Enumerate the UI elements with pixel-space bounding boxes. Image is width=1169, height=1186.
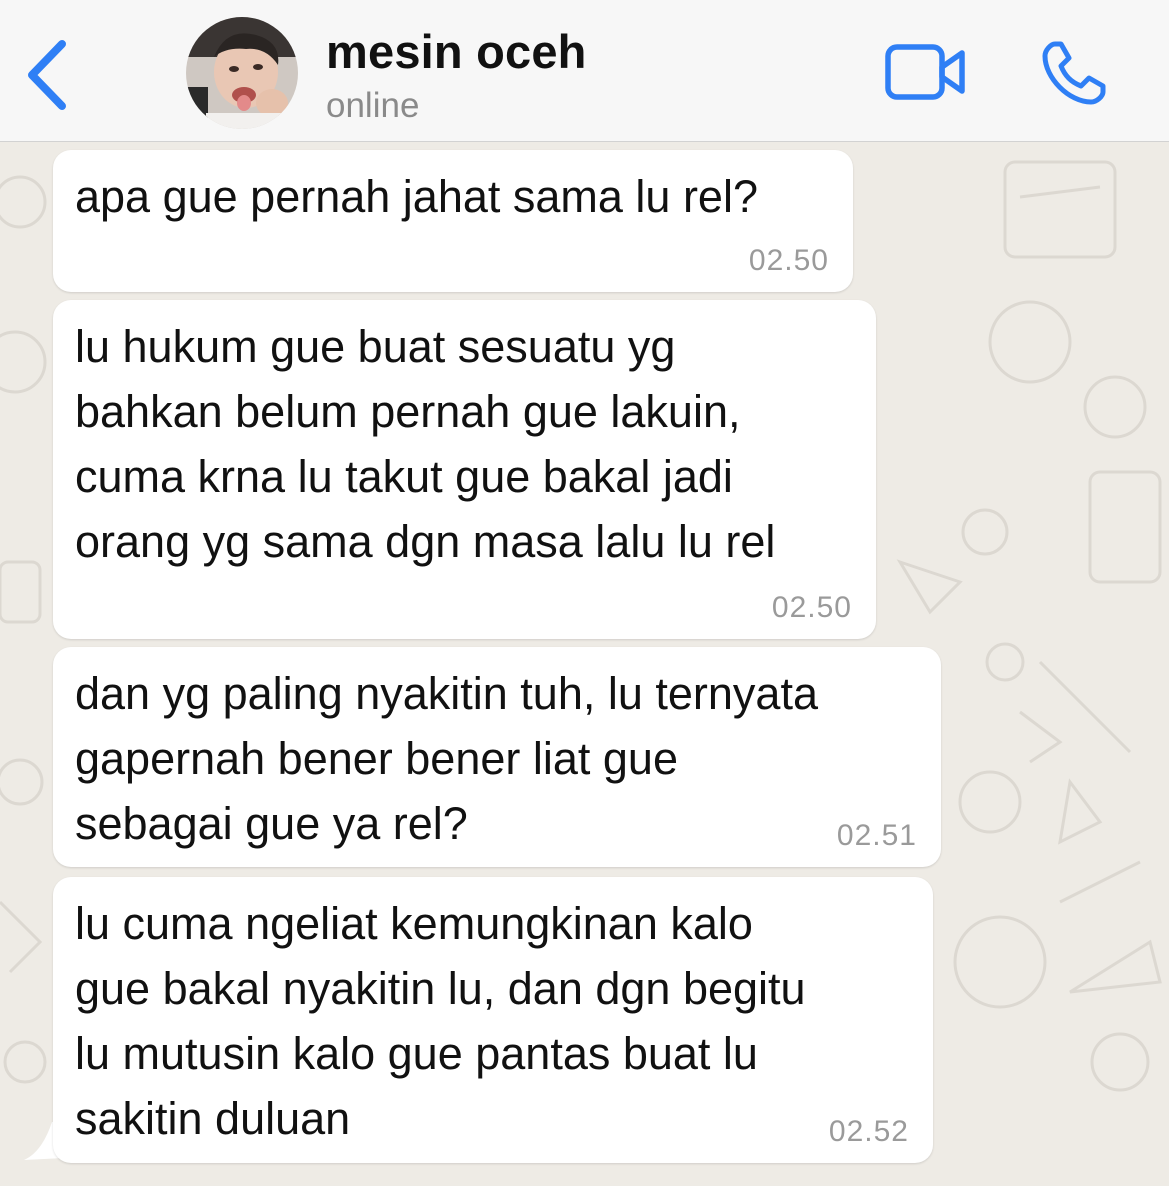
message-time: 02.51 <box>836 819 917 852</box>
back-button[interactable] <box>22 38 72 112</box>
avatar[interactable] <box>186 17 298 129</box>
message-text: lu cuma ngeliat kemungkinan kalo gue bak… <box>75 898 806 1144</box>
message-time: 02.50 <box>771 591 852 624</box>
message-text: dan yg paling nyakitin tuh, lu ternyata … <box>75 668 818 849</box>
video-camera-icon <box>885 44 965 100</box>
video-call-button[interactable] <box>884 43 968 101</box>
message-bubble[interactable]: dan yg paling nyakitin tuh, lu ternyata … <box>53 647 941 867</box>
message-text: lu hukum gue buat sesuatu yg bahkan belu… <box>75 321 776 567</box>
chevron-left-icon <box>28 40 66 110</box>
message-bubble[interactable]: lu hukum gue buat sesuatu yg bahkan belu… <box>53 300 876 639</box>
message-bubble[interactable]: lu cuma ngeliat kemungkinan kalo gue bak… <box>53 877 933 1163</box>
message-time: 02.52 <box>828 1115 909 1148</box>
phone-icon <box>1042 41 1106 105</box>
chat-header: mesin oceh online <box>0 0 1169 142</box>
message-text: apa gue pernah jahat sama lu rel? <box>75 171 758 222</box>
contact-name[interactable]: mesin oceh <box>326 24 587 79</box>
message-bubble[interactable]: apa gue pernah jahat sama lu rel? 02.50 <box>53 150 853 292</box>
chat-area[interactable]: apa gue pernah jahat sama lu rel? 02.50 … <box>0 142 1169 1186</box>
voice-call-button[interactable] <box>1041 40 1107 106</box>
contact-status: online <box>326 86 420 125</box>
message-time: 02.50 <box>748 244 829 277</box>
avatar-photo <box>186 17 298 129</box>
